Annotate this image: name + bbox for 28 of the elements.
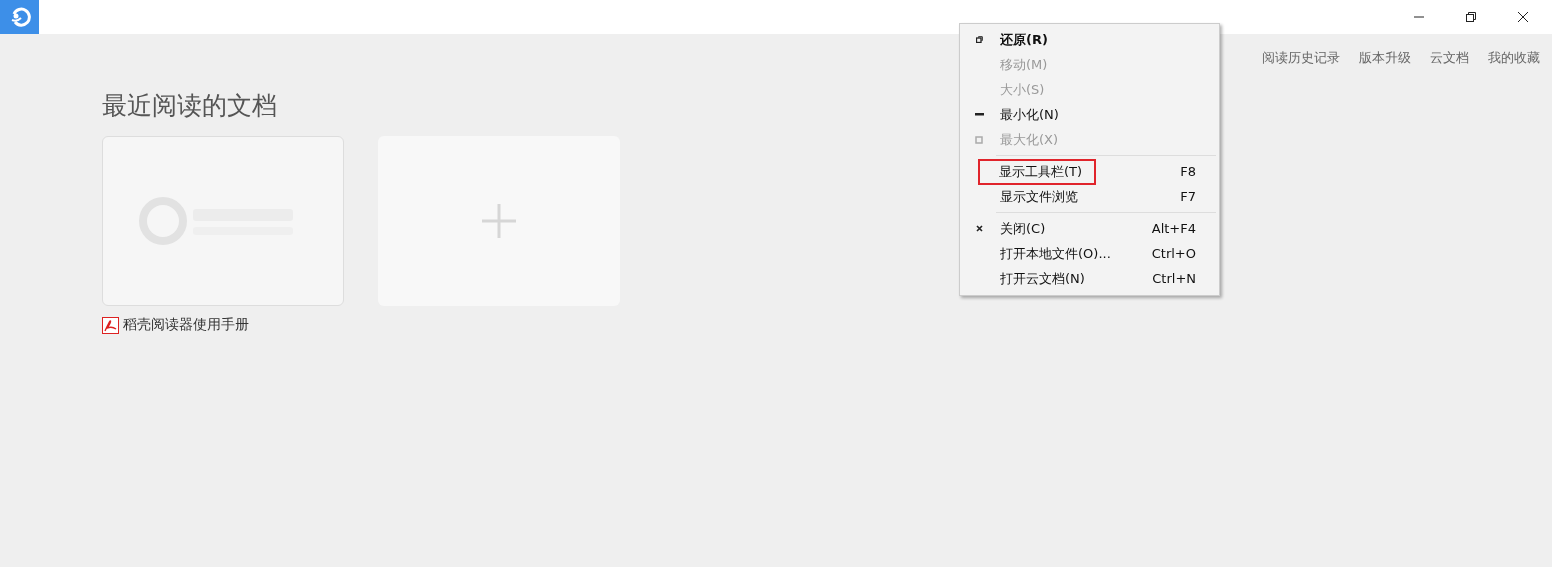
shortcut-text: F7 [1180, 189, 1196, 204]
menu-item[interactable]: 打开云文档(N) Ctrl+N [960, 266, 1219, 291]
shortcut-text: Ctrl+N [1152, 271, 1196, 286]
minimize-icon [974, 113, 984, 116]
document-thumbnail[interactable] [102, 136, 344, 306]
nav-link[interactable]: 阅读历史记录 [1262, 50, 1340, 67]
close-icon [1517, 11, 1529, 23]
nav-link[interactable]: 版本升级 [1359, 50, 1411, 67]
nav-link[interactable]: 我的收藏 [1488, 50, 1540, 67]
pdf-icon [102, 316, 119, 334]
restore-icon [975, 36, 983, 43]
menu-item[interactable]: 最小化(N) [960, 102, 1219, 127]
maximize-icon [975, 135, 983, 144]
menu-item[interactable]: 显示文件浏览 F7 [960, 184, 1219, 209]
section-title: 最近阅读的文档 [102, 90, 277, 122]
plus-icon [482, 204, 516, 238]
close-icon [975, 225, 983, 232]
shortcut-text: Ctrl+O [1151, 246, 1196, 261]
menu-item[interactable]: 关闭(C) Alt+F4 [960, 216, 1219, 241]
shortcut-text: F8 [1180, 164, 1196, 179]
add-document-button[interactable] [378, 136, 620, 306]
shortcut-text: Alt+F4 [1151, 221, 1196, 236]
nav-link[interactable]: 云文档 [1430, 50, 1469, 67]
menu-item[interactable]: 还原(R) [960, 27, 1219, 52]
restore-icon [1465, 11, 1477, 23]
document-link[interactable]: 稻壳阅读器使用手册 [123, 316, 249, 334]
menu-item[interactable]: 打开本地文件(O)... Ctrl+O [960, 241, 1219, 266]
menu-item[interactable]: 显示工具栏(T) F8 [960, 159, 1219, 184]
